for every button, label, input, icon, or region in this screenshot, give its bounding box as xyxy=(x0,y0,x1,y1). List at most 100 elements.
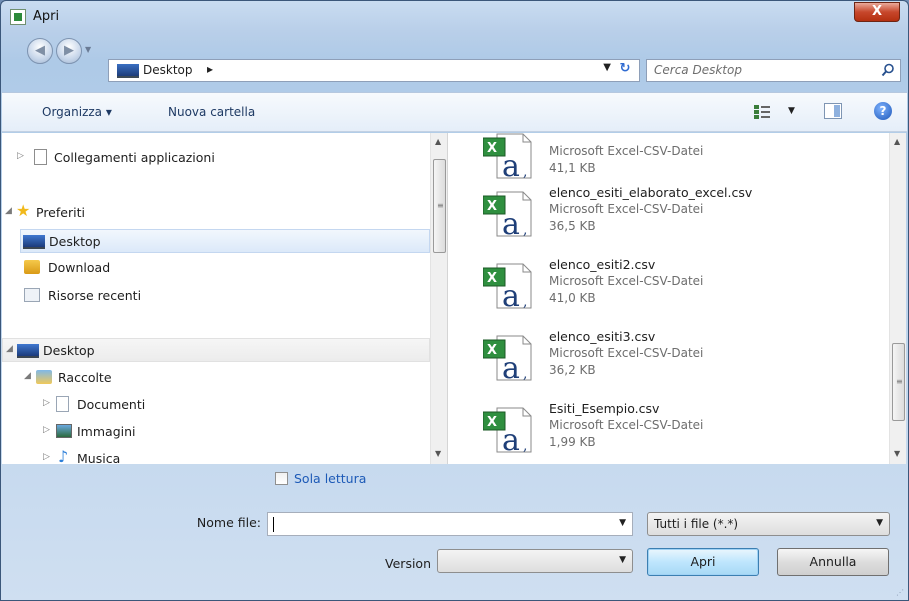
tree-item-favorites[interactable]: ◢ ★ Preferiti xyxy=(2,201,430,225)
version-dropdown-icon[interactable]: ▼ xyxy=(619,555,626,565)
scrollbar-thumb[interactable]: ≡ xyxy=(892,343,905,421)
libraries-icon xyxy=(36,370,52,384)
star-icon: ★ xyxy=(16,201,31,220)
file-name: Esiti_Esempio.csv xyxy=(549,401,660,416)
expand-arrow-icon[interactable]: ▷ xyxy=(43,425,50,435)
tree-item-recent[interactable]: Risorse recenti xyxy=(20,284,430,308)
tree-item-label: Collegamenti applicazioni xyxy=(54,150,215,165)
file-size: 36,2 KB xyxy=(549,363,596,377)
tree-item-label: Documenti xyxy=(77,397,146,412)
svg-text:a: a xyxy=(502,423,520,454)
expand-arrow-icon[interactable]: ▷ xyxy=(43,452,50,462)
svg-text:,: , xyxy=(523,366,527,382)
file-item[interactable]: Xa, elenco_esiti_elaborato_excel.csv Mic… xyxy=(473,185,873,253)
scrollbar-thumb[interactable]: ≡ xyxy=(433,159,446,253)
scroll-up-icon[interactable]: ▲ xyxy=(894,137,900,146)
expand-arrow-icon[interactable]: ▷ xyxy=(43,398,50,408)
collapse-arrow-icon[interactable]: ◢ xyxy=(5,206,12,216)
address-bar[interactable]: Desktop ▸ ▼ ↻ xyxy=(108,59,640,82)
text-caret xyxy=(273,517,274,532)
open-dialog: Apri X ◀ ▶ ▼ Desktop ▸ ▼ ↻ Cerca Desktop… xyxy=(0,0,909,601)
help-icon[interactable]: ? xyxy=(874,102,892,120)
tree-item-desktop-favorite[interactable]: Desktop xyxy=(20,229,430,253)
svg-text:X: X xyxy=(487,415,497,430)
change-view-icon[interactable] xyxy=(754,105,770,119)
command-bar: Organizza ▾ Nuova cartella ▼ ? xyxy=(2,92,907,132)
tree-item-libraries[interactable]: ◢ Raccolte xyxy=(2,366,430,390)
file-name: elenco_esiti3.csv xyxy=(549,329,656,344)
scroll-down-icon[interactable]: ▼ xyxy=(894,449,900,458)
scroll-up-icon[interactable]: ▲ xyxy=(435,137,441,146)
open-button[interactable]: Apri xyxy=(647,548,759,576)
version-select[interactable]: ▼ xyxy=(437,549,633,573)
tree-item-label: Desktop xyxy=(43,343,95,358)
read-only-label[interactable]: Sola lettura xyxy=(294,471,366,486)
svg-text:X: X xyxy=(487,141,497,156)
file-type-select[interactable]: Tutti i file (*.*) ▼ xyxy=(647,512,890,536)
search-input[interactable]: Cerca Desktop xyxy=(646,59,901,82)
download-folder-icon xyxy=(24,260,40,274)
tree-item-label: Download xyxy=(48,260,111,275)
tree-item-desktop[interactable]: ◢ Desktop xyxy=(2,338,430,362)
pane-divider[interactable] xyxy=(447,133,455,464)
refresh-icon[interactable]: ↻ xyxy=(615,61,635,80)
read-only-checkbox[interactable] xyxy=(275,472,288,485)
filename-input[interactable]: ▼ xyxy=(267,512,633,536)
tree-item-pictures[interactable]: ▷ Immagini xyxy=(2,420,430,444)
tree-item-label: Raccolte xyxy=(58,370,112,385)
collapse-arrow-icon[interactable]: ◢ xyxy=(6,344,13,354)
organize-menu[interactable]: Organizza ▾ xyxy=(42,105,112,119)
expand-arrow-icon[interactable]: ▷ xyxy=(17,151,24,161)
svg-text:,: , xyxy=(523,294,527,310)
tree-item-music[interactable]: ▷ ♪ Musica xyxy=(2,447,430,464)
file-item[interactable]: Xa, elenco_esiti3.csv Microsoft Excel-CS… xyxy=(473,329,873,397)
tree-item-label: Desktop xyxy=(49,234,101,249)
filename-dropdown-icon[interactable]: ▼ xyxy=(619,518,626,528)
music-icon: ♪ xyxy=(58,447,69,464)
address-location[interactable]: Desktop xyxy=(143,63,193,77)
file-type-dropdown-icon[interactable]: ▼ xyxy=(876,518,883,528)
file-size: 41,1 KB xyxy=(549,161,596,175)
tree-item-label: Immagini xyxy=(77,424,136,439)
pictures-icon xyxy=(56,424,72,438)
file-type: Microsoft Excel-CSV-Datei xyxy=(549,274,704,288)
search-placeholder: Cerca Desktop xyxy=(654,63,742,77)
file-item[interactable]: Xa, Esiti_Esempio.csv Microsoft Excel-CS… xyxy=(473,401,873,464)
svg-text:,: , xyxy=(523,438,527,454)
csv-file-icon: Xa, xyxy=(483,191,532,238)
desktop-icon xyxy=(117,64,139,78)
collapse-arrow-icon[interactable]: ◢ xyxy=(24,371,31,381)
navigation-pane: ▷ Collegamenti applicazioni ◢ ★ Preferit… xyxy=(2,133,430,464)
view-options-dropdown-icon[interactable]: ▼ xyxy=(788,106,795,116)
close-button[interactable]: X xyxy=(854,2,900,22)
svg-text:,: , xyxy=(523,222,527,238)
back-button[interactable]: ◀ xyxy=(27,38,53,64)
svg-text:a: a xyxy=(502,207,520,238)
svg-text:,: , xyxy=(523,164,527,180)
tree-item-label: Musica xyxy=(77,451,121,464)
new-folder-button[interactable]: Nuova cartella xyxy=(168,105,255,119)
csv-file-icon: Xa, xyxy=(483,133,532,180)
resize-grip-icon[interactable]: ⋰ xyxy=(896,588,904,597)
cancel-button[interactable]: Annulla xyxy=(777,548,889,576)
search-icon[interactable] xyxy=(881,63,895,77)
address-dropdown-icon[interactable]: ▼ xyxy=(603,62,611,73)
file-list-scrollbar[interactable]: ▲ ≡ ▼ xyxy=(889,133,906,464)
svg-text:a: a xyxy=(502,351,520,382)
tree-item-label: Preferiti xyxy=(36,205,85,220)
breadcrumb-chevron-icon[interactable]: ▸ xyxy=(207,62,213,76)
window-title: Apri xyxy=(33,9,60,24)
tree-item-download[interactable]: Download xyxy=(20,256,430,280)
file-type: Microsoft Excel-CSV-Datei xyxy=(549,418,704,432)
recent-locations-dropdown-icon[interactable]: ▼ xyxy=(85,45,91,54)
file-type: Microsoft Excel-CSV-Datei xyxy=(549,346,704,360)
scroll-down-icon[interactable]: ▼ xyxy=(435,449,441,458)
forward-button[interactable]: ▶ xyxy=(56,38,82,64)
preview-pane-icon[interactable] xyxy=(824,103,842,119)
tree-item-documents[interactable]: ▷ Documenti xyxy=(2,393,430,417)
file-type-value: Tutti i file (*.*) xyxy=(654,517,739,531)
navigation-scrollbar[interactable]: ▲ ≡ ▼ xyxy=(430,133,447,464)
tree-item-app-links[interactable]: ▷ Collegamenti applicazioni xyxy=(2,146,430,170)
file-item[interactable]: Xa, elenco_esiti2.csv Microsoft Excel-CS… xyxy=(473,257,873,325)
file-list: Xa, Microsoft Excel-CSV-Datei 41,1 KB Xa… xyxy=(455,133,889,464)
